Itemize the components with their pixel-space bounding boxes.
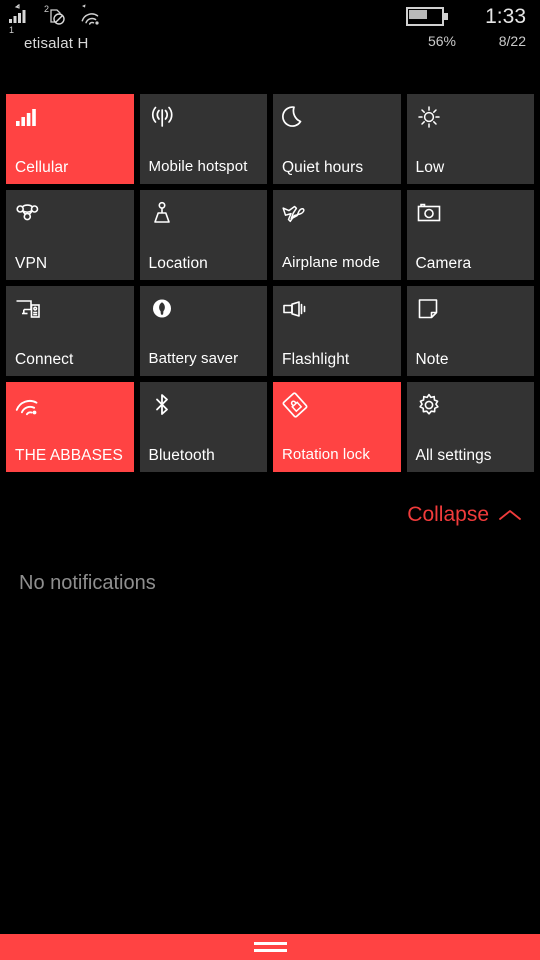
brightness-sun-icon	[416, 104, 526, 134]
quick-action-tile[interactable]: Quiet hours	[273, 94, 401, 184]
quick-action-tile[interactable]: Mobile hotspot	[139, 94, 267, 184]
quick-action-tile-label: Low	[415, 158, 445, 176]
battery-leaf-icon	[149, 296, 259, 326]
action-center-screen: 1 2 etisalat H 1:33 56% 8/22 Cellular Mo…	[0, 0, 540, 960]
flashlight-icon	[282, 296, 392, 326]
battery-percent-label: 56%	[427, 33, 456, 49]
wifi-icon	[15, 392, 125, 422]
no-notifications-label: No notifications	[19, 572, 156, 594]
quick-action-tile-label: Quiet hours	[282, 158, 364, 176]
status-bar-right: 1:33 56% 8/22	[406, 6, 526, 49]
quick-action-tile-label: Cellular	[15, 158, 69, 176]
quick-action-tile[interactable]: Low	[406, 94, 534, 184]
quick-action-tile[interactable]: THE ABBASES	[6, 382, 134, 472]
battery-icon	[406, 7, 448, 26]
quick-action-tile-label: Camera	[415, 254, 472, 272]
quick-action-tile-label: All settings	[415, 446, 492, 464]
airplane-icon	[282, 200, 392, 230]
quick-action-tile-label: Mobile hotspot	[148, 158, 248, 176]
moon-icon	[282, 104, 392, 134]
quick-action-tile[interactable]: All settings	[406, 382, 534, 472]
connect-display-icon	[15, 296, 125, 326]
date-label: 8/22	[498, 33, 526, 49]
vpn-knot-icon	[15, 200, 125, 230]
quick-action-tile-label: Rotation lock	[282, 446, 371, 464]
quick-action-tile-label: Flashlight	[282, 350, 350, 368]
quick-action-tile[interactable]: VPN	[6, 190, 134, 280]
rotation-lock-icon	[282, 392, 392, 422]
quick-action-tile[interactable]: Connect	[6, 286, 134, 376]
wifi-signal-icon	[78, 4, 104, 26]
quick-action-tile[interactable]: Battery saver	[139, 286, 267, 376]
quick-action-tile-label: THE ABBASES	[15, 446, 123, 464]
sim1-index-label: 1	[9, 25, 15, 35]
quick-action-tile-label: Battery saver	[148, 350, 239, 368]
status-bar-left: 1 2	[8, 3, 104, 35]
quick-action-tile[interactable]: Note	[406, 286, 534, 376]
drag-handle-icon[interactable]	[253, 942, 287, 952]
note-page-icon	[416, 296, 526, 326]
sim-no-service-icon: 2	[44, 4, 70, 26]
quick-action-tile[interactable]: Location	[139, 190, 267, 280]
collapse-label: Collapse	[407, 503, 489, 526]
quick-action-tile-label: Note	[415, 350, 449, 368]
quick-action-tile-label: Bluetooth	[148, 446, 215, 464]
quick-action-tile-label: VPN	[15, 254, 48, 272]
location-beacon-icon	[149, 200, 259, 230]
hotspot-icon	[149, 104, 259, 134]
quick-action-tile[interactable]: Bluetooth	[139, 382, 267, 472]
clock-label: 1:33	[485, 5, 526, 28]
collapse-button[interactable]: Collapse	[407, 503, 522, 527]
status-bar: 1 2 etisalat H 1:33 56% 8/22	[0, 0, 540, 62]
quick-action-tile-label: Connect	[15, 350, 74, 368]
gear-icon	[416, 392, 526, 422]
cellular-bars-icon	[15, 104, 125, 134]
cellular-signal-icon: 1	[8, 3, 36, 35]
quick-action-tile[interactable]: Camera	[406, 190, 534, 280]
camera-icon	[416, 200, 526, 230]
quick-action-tile[interactable]: Flashlight	[273, 286, 401, 376]
quick-action-tile-label: Airplane mode	[282, 254, 381, 272]
quick-actions-grid: Cellular Mobile hotspot Quiet hours Low VPN L…	[6, 94, 534, 472]
chevron-up-icon	[498, 508, 522, 522]
quick-action-tile[interactable]: Airplane mode	[273, 190, 401, 280]
quick-action-tile-label: Location	[148, 254, 208, 272]
quick-action-tile[interactable]: Rotation lock	[273, 382, 401, 472]
bottom-navigation-bar	[0, 934, 540, 960]
sim2-index-label: 2	[44, 4, 50, 14]
quick-action-tile[interactable]: Cellular	[6, 94, 134, 184]
bluetooth-icon	[149, 392, 259, 422]
carrier-label: etisalat H	[24, 35, 89, 52]
